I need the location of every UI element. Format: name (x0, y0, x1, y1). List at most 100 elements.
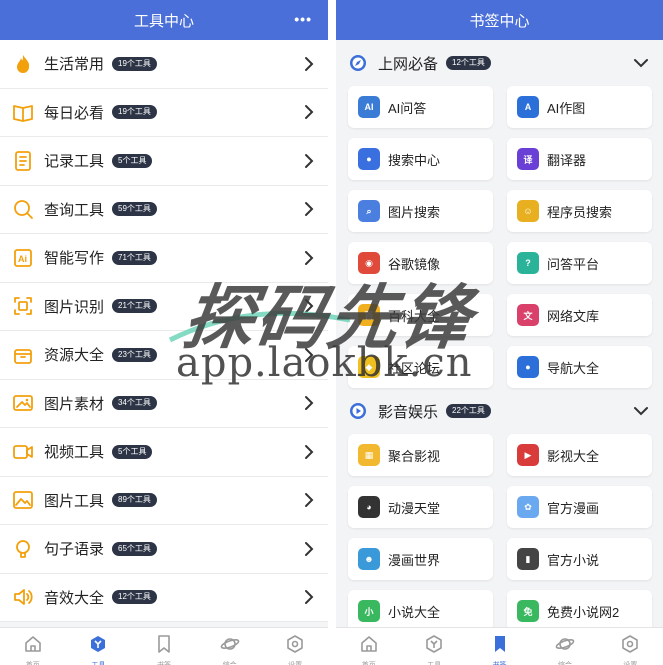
tool-category-row[interactable]: 生活常用 19个工具 (0, 40, 328, 89)
section-header[interactable]: 影音娱乐 22个工具 (336, 388, 663, 434)
bookmark-card[interactable]: A AI作图 (507, 86, 652, 128)
anime-icon: ◕ (358, 496, 380, 518)
nav-tab-label: 工具 (427, 660, 441, 665)
tool-count-badge: 19个工具 (112, 105, 157, 120)
play-circle-icon (348, 401, 368, 421)
tool-category-label: 智能写作 (44, 250, 105, 268)
bookmark-card[interactable]: ✿ 官方漫画 (507, 486, 652, 528)
bookmark-card[interactable]: ◕ 动漫天堂 (348, 486, 493, 528)
nav-tab[interactable]: 首页 (336, 628, 401, 665)
chevron-right-icon (305, 444, 314, 459)
play-icon: ▶ (517, 444, 539, 466)
bookmark-card[interactable]: ● 导航大全 (507, 346, 652, 388)
tool-category-row[interactable]: 每日必看 19个工具 (0, 89, 328, 137)
bookmark-card[interactable]: ⌕ 图片搜索 (348, 190, 493, 232)
nav-tab-label: 书签 (157, 660, 171, 665)
bookmark-label: 图片搜索 (388, 204, 441, 220)
tool-category-row[interactable]: 视频工具 5个工具 (0, 428, 328, 477)
nav-tab[interactable]: 首页 (0, 628, 66, 665)
map-pin-icon: ● (517, 356, 539, 378)
tool-count-badge: 5个工具 (112, 153, 153, 168)
bookmark-card[interactable]: 文网络文库 (507, 294, 652, 336)
nav-tab[interactable]: 工具 (66, 628, 132, 665)
flame-icon (12, 53, 34, 75)
tool-category-row[interactable]: 查询工具 59个工具 (0, 186, 328, 234)
tool-category-label: 图片素材 (44, 395, 105, 413)
quote-icon (12, 538, 34, 560)
tool-center-header: 工具中心 ••• (0, 0, 328, 40)
nav-tab-label: 综合 (223, 660, 237, 665)
bottom-nav: 首页 工具 书签 综合 设置 (0, 627, 328, 665)
bookmark-label: 导航大全 (547, 360, 600, 376)
ai-chat-icon: AI (358, 96, 380, 118)
tool-category-label: 每日必看 (44, 104, 105, 122)
tool-category-label: 视频工具 (44, 444, 105, 462)
nav-tab[interactable]: 书签 (467, 628, 532, 665)
tool-category-label: 生活常用 (44, 56, 105, 74)
chevron-down-icon[interactable] (633, 406, 649, 416)
chevron-down-icon[interactable] (633, 58, 649, 68)
bookmark-label: 程序员搜索 (547, 204, 613, 220)
tool-count-badge: 5个工具 (112, 444, 153, 459)
nav-tab-label: 设置 (288, 660, 302, 665)
bookmark-card[interactable]: ☻ 漫画世界 (348, 538, 493, 580)
bookmark-card[interactable]: ▮ 官方小说 (507, 538, 652, 580)
bookmark-card[interactable]: AI AI问答 (348, 86, 493, 128)
planet-icon (555, 634, 575, 659)
chevron-right-icon (305, 105, 314, 120)
nav-tab[interactable]: 设置 (598, 628, 663, 665)
bookmark-card[interactable]: ● 搜索中心 (348, 138, 493, 180)
tool-count-badge: 71个工具 (112, 250, 157, 265)
bookmark-label: 动漫天堂 (388, 500, 441, 516)
nav-tab[interactable]: 书签 (131, 628, 197, 665)
page-title: 工具中心 (133, 12, 194, 30)
section-title: 上网必备 (378, 55, 439, 73)
bookmark-card[interactable]: 免免费小说网2 (507, 590, 652, 632)
search-icon (12, 198, 34, 220)
chevron-right-icon (305, 590, 314, 605)
free-novel-icon: 免 (517, 600, 539, 622)
image-icon (12, 392, 34, 414)
more-dots-icon[interactable]: ••• (294, 11, 312, 27)
app-screenshot: 工具中心 ••• 生活常用 19个工具 每日必看 19个工具 记录工具 5个工具 查询工具 5… (0, 0, 663, 665)
ai-write-icon: Ai (12, 247, 34, 269)
bookmark-label: 小说大全 (388, 604, 441, 620)
coder-search-icon: ☺ (517, 200, 539, 222)
watermark-url: app.laokbk.cn (176, 340, 473, 386)
tool-count-badge: 21个工具 (112, 299, 157, 314)
tools-icon (424, 634, 444, 659)
nav-tab[interactable]: 设置 (262, 628, 328, 665)
novels-icon: 小 (358, 600, 380, 622)
tool-category-label: 查询工具 (44, 201, 105, 219)
settings-icon (620, 634, 640, 659)
bookmark-card[interactable]: 译翻译器 (507, 138, 652, 180)
library-icon: 文 (517, 304, 539, 326)
tool-category-row[interactable]: 图片工具 89个工具 (0, 477, 328, 525)
tool-category-row[interactable]: 句子语录 65个工具 (0, 525, 328, 574)
nav-tab-label: 首页 (362, 660, 376, 665)
bookmark-label: 免费小说网2 (547, 604, 620, 620)
tool-category-row[interactable]: 图片素材 34个工具 (0, 380, 328, 428)
clapper-icon: ▦ (358, 444, 380, 466)
bookmark-card[interactable]: 小小说大全 (348, 590, 493, 632)
bookmark-grid: ▦ 聚合影视 ▶ 影视大全 ◕ 动漫天堂 ✿ 官方漫画 ☻ 漫画世界 ▮ 官方小说小小说大全免免费小说… (336, 434, 663, 632)
nav-tab[interactable]: 综合 (197, 628, 263, 665)
bookmark-card[interactable]: ▶ 影视大全 (507, 434, 652, 476)
tool-category-label: 句子语录 (44, 541, 105, 559)
bookmark-card[interactable]: ▦ 聚合影视 (348, 434, 493, 476)
tool-category-row[interactable]: 音效大全 12个工具 (0, 574, 328, 622)
compass-icon (348, 53, 368, 73)
tool-count-badge: 34个工具 (112, 396, 157, 411)
bookmark-card[interactable]: ? 问答平台 (507, 242, 652, 284)
nav-tab[interactable]: 工具 (401, 628, 466, 665)
tools-icon (88, 634, 108, 659)
tool-count-badge: 65个工具 (112, 541, 157, 556)
section-header[interactable]: 上网必备 12个工具 (336, 40, 663, 86)
image-search-icon: ⌕ (358, 200, 380, 222)
bookmark-card[interactable]: ☺ 程序员搜索 (507, 190, 652, 232)
tool-count-badge: 89个工具 (112, 493, 157, 508)
nav-tab[interactable]: 综合 (532, 628, 597, 665)
translate-icon: 译 (517, 148, 539, 170)
nav-tab-label: 综合 (558, 660, 572, 665)
tool-category-row[interactable]: 记录工具 5个工具 (0, 137, 328, 186)
